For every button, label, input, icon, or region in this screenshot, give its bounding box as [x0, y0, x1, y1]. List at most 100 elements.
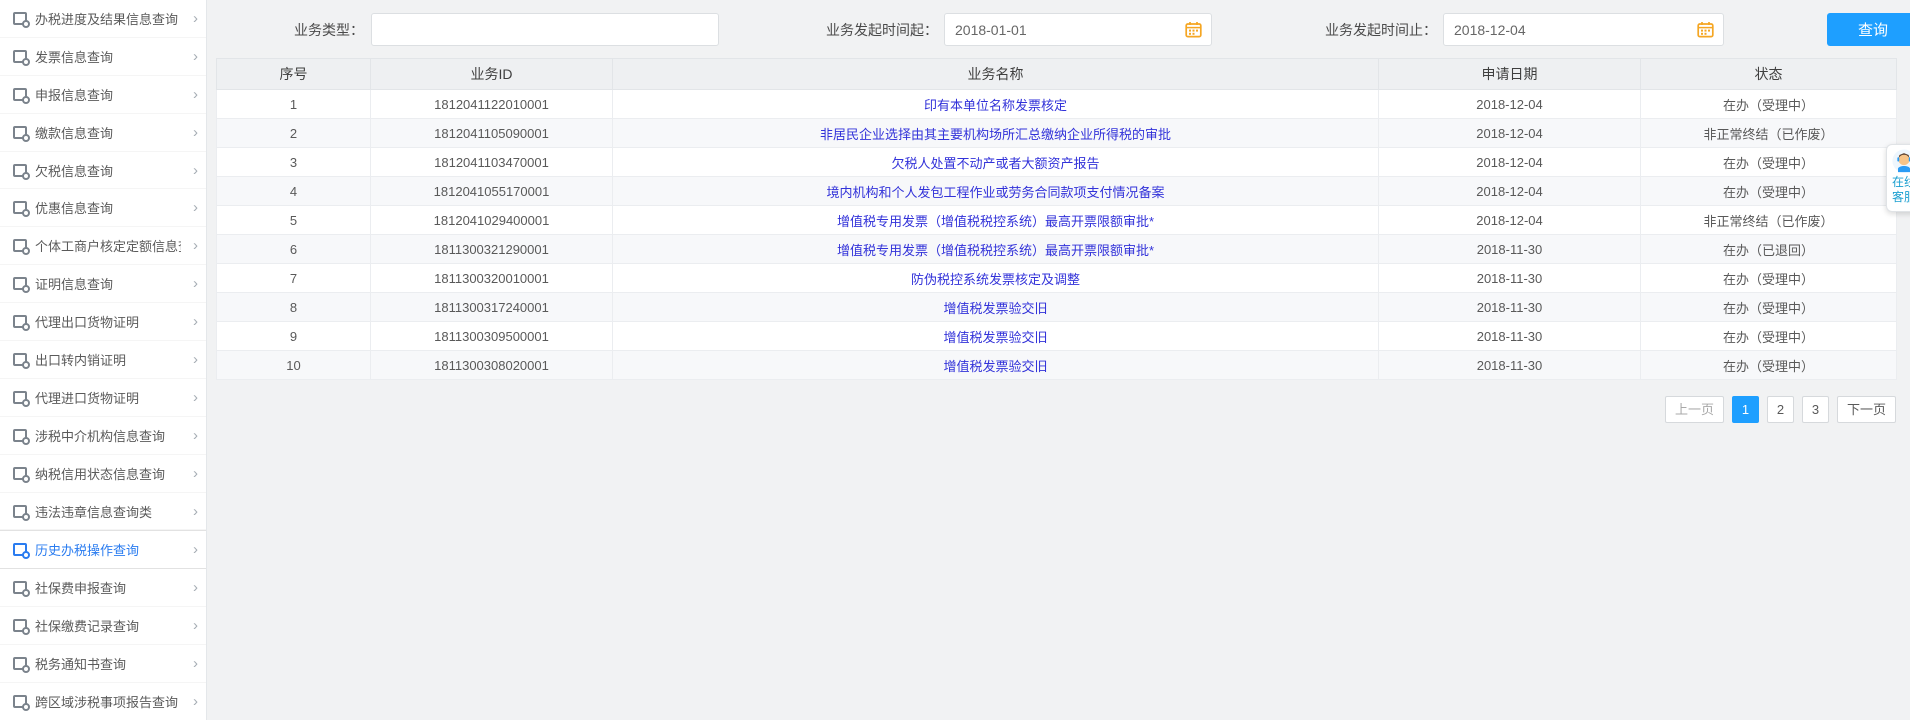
pagination-page-3[interactable]: 3: [1801, 396, 1829, 423]
cell-status: 在办（受理中）: [1640, 350, 1897, 380]
sidebar-item-violation-info[interactable]: 违法违章信息查询类 ›: [0, 493, 206, 531]
sidebar-item-label: 证明信息查询: [35, 277, 114, 293]
sidebar: 办税进度及结果信息查询 › 发票信息查询 › 申报信息查询 › 缴款信息查询 ›…: [0, 0, 207, 720]
sidebar-item-social-fee-declare[interactable]: 社保费申报查询 ›: [0, 569, 206, 608]
chevron-right-icon: ›: [193, 579, 198, 597]
table-row: 3 1812041103470001 欠税人处置不动产或者大额资产报告 2018…: [216, 147, 1897, 177]
preferential-info-icon: [13, 201, 30, 218]
business-type-input[interactable]: [371, 13, 719, 46]
cell-business-id: 1811300321290001: [370, 234, 613, 264]
sidebar-item-declaration-info[interactable]: 申报信息查询 ›: [0, 76, 206, 114]
table-row: 5 1812041029400001 增值税专用发票（增值税税控系统）最高开票限…: [216, 205, 1897, 235]
cell-status: 在办（已退回）: [1640, 234, 1897, 264]
business-name-link[interactable]: 增值税发票验交旧: [943, 359, 1047, 374]
sidebar-item-agent-export-cert[interactable]: 代理出口货物证明 ›: [0, 303, 206, 342]
sidebar-item-cross-region-report[interactable]: 跨区域涉税事项报告查询 ›: [0, 683, 206, 720]
query-button[interactable]: 查询: [1827, 13, 1910, 46]
cell-seq: 10: [216, 350, 371, 380]
column-header: 业务名称: [612, 58, 1379, 90]
sidebar-item-history-tax-operation[interactable]: 历史办税操作查询 ›: [0, 530, 206, 570]
online-service-widget[interactable]: 在线 客服: [1886, 144, 1910, 212]
individual-quota-info-icon: [13, 239, 30, 256]
cell-business-id: 1811300320010001: [370, 263, 613, 293]
business-type-label: 业务类型：: [294, 22, 364, 38]
pagination-page-2[interactable]: 2: [1766, 396, 1794, 423]
sidebar-item-social-payment-record[interactable]: 社保缴费记录查询 ›: [0, 607, 206, 646]
cell-business-id: 1812041029400001: [370, 205, 613, 235]
business-name-link[interactable]: 增值税专用发票（增值税税控系统）最高开票限额审批*: [837, 243, 1154, 258]
sidebar-item-label: 办税进度及结果信息查询: [35, 11, 179, 27]
chevron-right-icon: ›: [193, 237, 198, 255]
sidebar-item-preferential-info[interactable]: 优惠信息查询 ›: [0, 189, 206, 228]
chevron-right-icon: ›: [193, 502, 198, 520]
pagination-prev-button[interactable]: 上一页: [1664, 396, 1724, 423]
table-row: 2 1812041105090001 非居民企业选择由其主要机构场所汇总缴纳企业…: [216, 118, 1897, 148]
chevron-right-icon: ›: [193, 47, 198, 65]
column-header: 业务ID: [370, 58, 613, 90]
cell-business-id: 1811300317240001: [370, 292, 613, 322]
column-header: 序号: [216, 58, 371, 90]
calendar-icon[interactable]: [1697, 21, 1714, 38]
sidebar-item-tax-arrears-info[interactable]: 欠税信息查询 ›: [0, 152, 206, 190]
sidebar-item-export-to-domestic-cert[interactable]: 出口转内销证明 ›: [0, 341, 206, 379]
business-name-link[interactable]: 非居民企业选择由其主要机构场所汇总缴纳企业所得税的审批: [820, 127, 1171, 142]
certificate-info-icon: [13, 277, 30, 294]
sidebar-item-tax-notice[interactable]: 税务通知书查询 ›: [0, 645, 206, 684]
sidebar-item-label: 社保缴费记录查询: [35, 619, 140, 635]
sidebar-item-certificate-info[interactable]: 证明信息查询 ›: [0, 265, 206, 304]
chevron-right-icon: ›: [193, 464, 198, 482]
cell-seq: 1: [216, 89, 371, 119]
cell-status: 在办（受理中）: [1640, 292, 1897, 322]
table-row: 4 1812041055170001 境内机构和个人发包工程作业或劳务合同款项支…: [216, 176, 1897, 206]
sidebar-item-invoice-info[interactable]: 发票信息查询 ›: [0, 38, 206, 76]
tax-credit-status-icon: [13, 466, 30, 483]
chevron-right-icon: ›: [193, 161, 198, 179]
chevron-right-icon: ›: [193, 692, 198, 710]
cell-status: 在办（受理中）: [1640, 263, 1897, 293]
tax-intermediary-info-icon: [13, 428, 30, 445]
business-name-link[interactable]: 增值税发票验交旧: [943, 301, 1047, 316]
business-name-link[interactable]: 增值税发票验交旧: [943, 330, 1047, 345]
sidebar-item-tax-intermediary-info[interactable]: 涉税中介机构信息查询 ›: [0, 417, 206, 455]
agent-export-cert-icon: [13, 315, 30, 332]
chevron-right-icon: ›: [193, 350, 198, 368]
business-name-link[interactable]: 印有本单位名称发票核定: [924, 98, 1067, 113]
cell-business-id: 1812041105090001: [370, 118, 613, 148]
cell-apply-date: 2018-12-04: [1378, 147, 1641, 177]
date-from-input[interactable]: [944, 13, 1212, 46]
history-tax-operation-icon: [13, 543, 30, 560]
table-row: 10 1811300308020001 增值税发票验交旧 2018-11-30 …: [216, 350, 1897, 380]
chevron-right-icon: ›: [193, 275, 198, 293]
business-name-link[interactable]: 境内机构和个人发包工程作业或劳务合同款项支付情况备案: [826, 185, 1164, 200]
business-name-link[interactable]: 欠税人处置不动产或者大额资产报告: [891, 156, 1099, 171]
tax-notice-icon: [13, 657, 30, 674]
cell-seq: 2: [216, 118, 371, 148]
sidebar-item-individual-quota-info[interactable]: 个体工商户核定定额信息查询 ›: [0, 227, 206, 266]
chevron-right-icon: ›: [193, 388, 198, 406]
sidebar-item-payment-info[interactable]: 缴款信息查询 ›: [0, 114, 206, 152]
cell-business-id: 1812041122010001: [370, 89, 613, 119]
pagination-next-button[interactable]: 下一页: [1836, 396, 1896, 423]
service-label-line1: 在线: [1892, 175, 1910, 189]
sidebar-item-tax-progress-result[interactable]: 办税进度及结果信息查询 ›: [0, 0, 206, 38]
sidebar-item-label: 欠税信息查询: [35, 163, 114, 179]
pagination-page-1[interactable]: 1: [1731, 396, 1759, 423]
calendar-icon[interactable]: [1185, 21, 1202, 38]
sidebar-item-tax-credit-status[interactable]: 纳税信用状态信息查询 ›: [0, 455, 206, 493]
cell-apply-date: 2018-12-04: [1378, 205, 1641, 235]
cell-apply-date: 2018-12-04: [1378, 89, 1641, 119]
sidebar-item-label: 跨区域涉税事项报告查询: [35, 694, 179, 710]
cell-status: 在办（受理中）: [1640, 89, 1897, 119]
cell-apply-date: 2018-11-30: [1378, 292, 1641, 322]
sidebar-item-agent-import-cert[interactable]: 代理进口货物证明 ›: [0, 379, 206, 417]
table-row: 8 1811300317240001 增值税发票验交旧 2018-11-30 在…: [216, 292, 1897, 322]
sidebar-item-label: 纳税信用状态信息查询: [35, 466, 166, 482]
business-name-link[interactable]: 增值税专用发票（增值税税控系统）最高开票限额审批*: [837, 214, 1154, 229]
sidebar-item-label: 申报信息查询: [35, 87, 114, 103]
table-row: 1 1812041122010001 印有本单位名称发票核定 2018-12-0…: [216, 89, 1897, 119]
cell-apply-date: 2018-11-30: [1378, 263, 1641, 293]
cell-seq: 7: [216, 263, 371, 293]
business-name-link[interactable]: 防伪税控系统发票核定及调整: [911, 272, 1080, 287]
date-to-input[interactable]: [1443, 13, 1724, 46]
cell-status: 非正常终结（已作废）: [1640, 118, 1897, 148]
